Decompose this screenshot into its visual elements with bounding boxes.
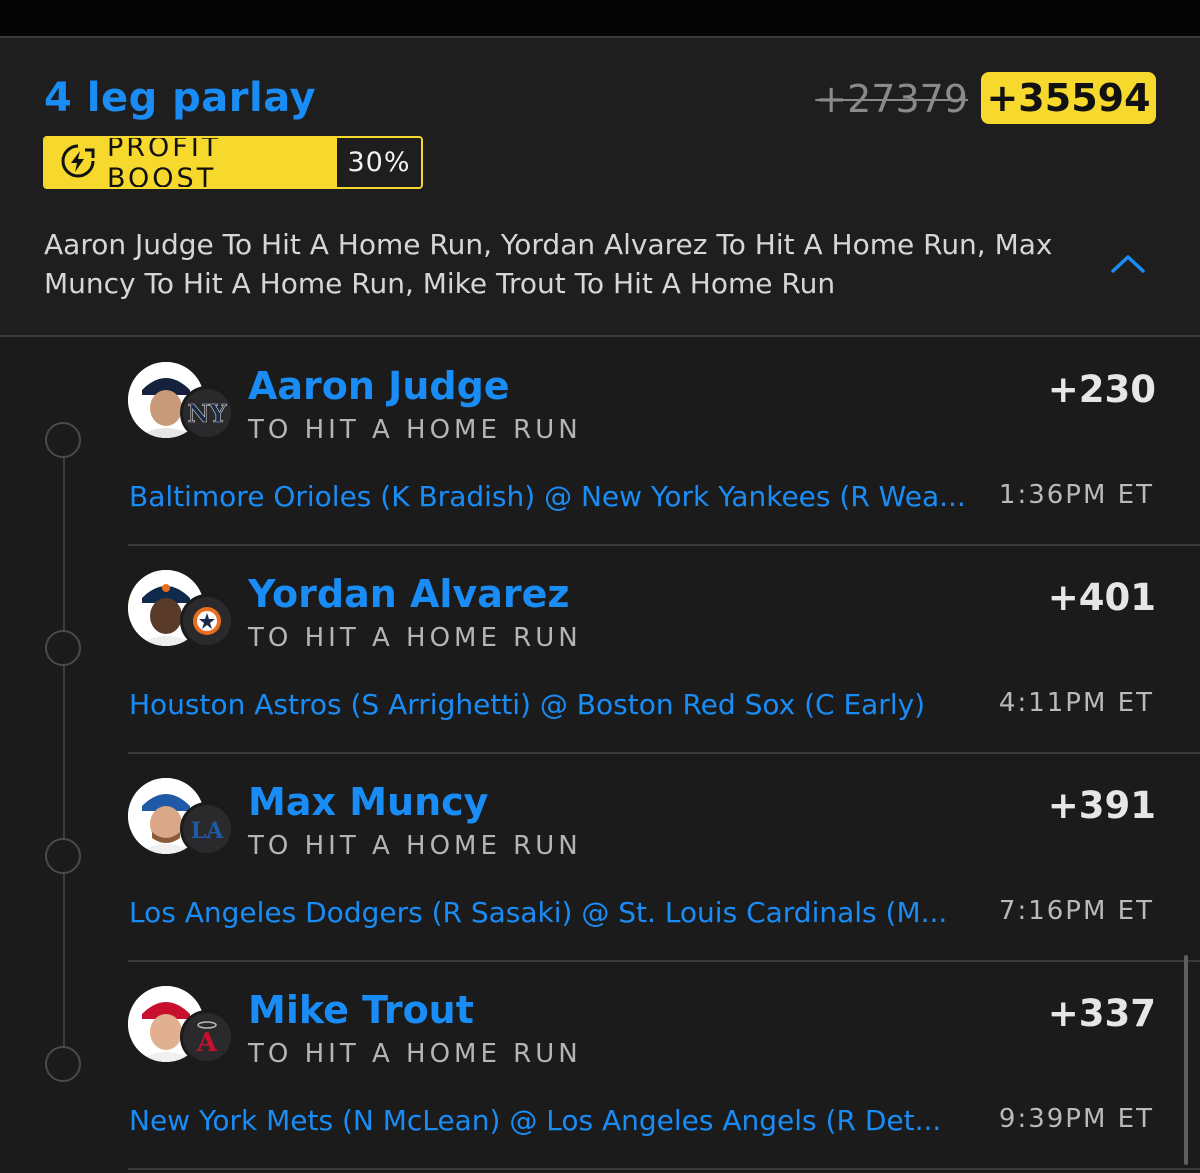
parlay-leg[interactable]: Yordan Alvarez TO HIT A HOME RUN +401 Ho… (128, 546, 1200, 754)
player-name[interactable]: Aaron Judge (248, 364, 510, 408)
dodgers-logo-icon: LA (180, 802, 234, 856)
player-name[interactable]: Mike Trout (248, 988, 474, 1032)
leg-odds: +230 (1047, 368, 1156, 411)
market-label: TO HIT A HOME RUN (248, 415, 582, 445)
boosted-odds-badge: +35594 (981, 72, 1156, 124)
svg-text:A: A (196, 1028, 218, 1058)
angels-logo-icon: A (180, 1010, 234, 1064)
parlay-leg[interactable]: LA Max Muncy TO HIT A HOME RUN +391 Los … (128, 754, 1200, 962)
game-time: 9:39PM ET (998, 1104, 1154, 1134)
original-odds: +27379 (815, 77, 968, 121)
leg-odds: +391 (1047, 784, 1156, 827)
timeline-node (45, 422, 81, 458)
matchup-link[interactable]: Los Angeles Dodgers (R Sasaki) @ St. Lou… (129, 896, 989, 929)
leg-odds: +401 (1047, 576, 1156, 619)
profit-boost-label: PROFIT BOOST (107, 136, 222, 189)
chevron-up-icon[interactable] (1108, 247, 1148, 277)
parlay-title: 4 leg parlay (44, 75, 317, 121)
parlay-leg[interactable]: A Mike Trout TO HIT A HOME RUN +337 New … (128, 962, 1200, 1170)
boost-lightning-icon (59, 142, 97, 184)
matchup-link[interactable]: Baltimore Orioles (K Bradish) @ New York… (129, 480, 989, 513)
game-time: 4:11PM ET (998, 688, 1154, 718)
scrollbar[interactable] (1184, 955, 1188, 1165)
timeline-node (45, 1046, 81, 1082)
astros-logo-icon (180, 594, 234, 648)
timeline-node (45, 838, 81, 874)
player-name[interactable]: Max Muncy (248, 780, 488, 824)
yankees-logo-icon: NY (180, 386, 234, 440)
matchup-link[interactable]: Houston Astros (S Arrighetti) @ Boston R… (129, 688, 989, 721)
legs-summary-text: Aaron Judge To Hit A Home Run, Yordan Al… (44, 228, 1053, 300)
svg-text:LA: LA (191, 818, 224, 844)
game-time: 7:16PM ET (998, 896, 1154, 926)
market-label: TO HIT A HOME RUN (248, 623, 582, 653)
top-bar (0, 0, 1200, 36)
section-divider (0, 335, 1200, 337)
market-label: TO HIT A HOME RUN (248, 831, 582, 861)
matchup-link[interactable]: New York Mets (N McLean) @ Los Angeles A… (129, 1104, 989, 1137)
parlay-leg[interactable]: NY Aaron Judge TO HIT A HOME RUN +230 Ba… (128, 338, 1200, 546)
player-name[interactable]: Yordan Alvarez (248, 572, 569, 616)
profit-boost-label-area: PROFIT BOOST (45, 138, 337, 187)
profit-boost-percent: 30% (337, 138, 421, 187)
timeline-node (45, 630, 81, 666)
game-time: 1:36PM ET (998, 480, 1154, 510)
market-label: TO HIT A HOME RUN (248, 1039, 582, 1069)
profit-boost-badge: PROFIT BOOST 30% (43, 136, 423, 189)
timeline-line (63, 440, 65, 1065)
leg-odds: +337 (1047, 992, 1156, 1035)
svg-text:NY: NY (187, 399, 227, 428)
leg-divider (128, 1168, 1200, 1170)
